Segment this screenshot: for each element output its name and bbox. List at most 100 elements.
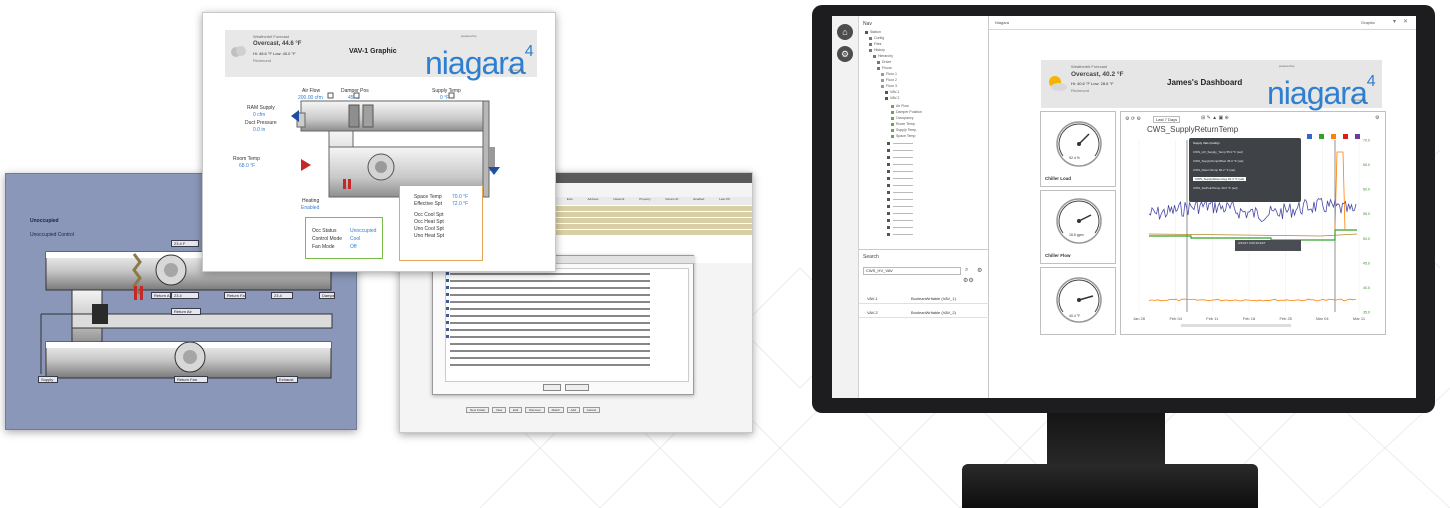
tree-item[interactable]: VAV-2 bbox=[885, 96, 899, 100]
tree-item[interactable]: Occupancy bbox=[891, 116, 914, 120]
result-row[interactable]: VAV-1 BooleanWritable (VAV_1) bbox=[859, 292, 989, 304]
chart-scrollbar bbox=[1181, 324, 1291, 327]
monitor: ⌂ ⚙ Nav Station Config Files History Hie… bbox=[812, 5, 1435, 413]
search-icon[interactable]: ⌕ bbox=[965, 267, 968, 274]
result-name: VAV-2 bbox=[867, 310, 878, 315]
schematic-tag[interactable]: 23.4 bbox=[171, 292, 199, 299]
node-icon bbox=[891, 122, 894, 126]
column-header[interactable]: Address bbox=[588, 197, 599, 201]
tree-item[interactable]: Station bbox=[865, 30, 881, 34]
view-toolbar: Niagara Graphic ▾ ✕ bbox=[989, 16, 1416, 30]
view-selector[interactable]: Graphic bbox=[1361, 20, 1375, 25]
tree-item[interactable]: Files bbox=[869, 42, 881, 46]
x-tick-label: Feb 25 bbox=[1279, 316, 1292, 321]
table-row[interactable] bbox=[540, 206, 752, 211]
tooltip-title: Supply Vals (tooltip) bbox=[1193, 141, 1220, 145]
chart-tooltip: Supply Vals (tooltip) CWS_HV_Supply_Temp… bbox=[1189, 138, 1301, 202]
schematic-tag[interactable]: Return Air bbox=[151, 292, 171, 299]
node-icon bbox=[891, 104, 894, 108]
tree-more-nodes bbox=[887, 142, 913, 236]
gauge-widget[interactable]: 40.4 °F bbox=[1040, 267, 1116, 335]
close-icon[interactable]: ✕ bbox=[1403, 18, 1408, 25]
tree-item[interactable]: Supply Temp bbox=[891, 128, 916, 132]
tree-item[interactable]: Air Flow bbox=[891, 104, 909, 108]
tree-item[interactable]: Hierarchy bbox=[873, 54, 893, 58]
chevron-down-icon[interactable]: ▾ bbox=[1393, 18, 1396, 25]
search-input[interactable]: CWS_HV_VAV bbox=[863, 267, 961, 275]
table-row[interactable] bbox=[540, 230, 752, 235]
sp-label: Uno Cool Spt bbox=[414, 226, 444, 232]
series-return bbox=[1148, 298, 1357, 302]
gauge-widget[interactable]: 92.4 % Chiller Load bbox=[1040, 111, 1116, 187]
column-header[interactable]: Network bbox=[613, 197, 624, 201]
sp-label: Uno Heat Spt bbox=[414, 233, 445, 239]
tree-item[interactable]: Floor 1 bbox=[881, 72, 897, 76]
schematic-tag[interactable]: Dampers bbox=[319, 292, 335, 299]
occ-value[interactable]: Unoccupied bbox=[350, 228, 376, 234]
return-value-1[interactable]: 0 cfm bbox=[253, 112, 265, 118]
nav-title: Nav bbox=[863, 21, 872, 27]
column-header[interactable]: Device ID bbox=[665, 197, 678, 201]
settings-icon[interactable]: ⚙ bbox=[977, 267, 982, 274]
result-row[interactable]: VAV-2 BooleanWritable (VAV_2) bbox=[859, 306, 989, 318]
tree-item[interactable]: Floor 3 bbox=[881, 84, 897, 88]
dashboard-header: Weatherbit Forecast Overcast, 40.2 °F Hi… bbox=[1041, 60, 1382, 109]
fan-value[interactable]: Off bbox=[350, 244, 357, 250]
schematic-bottom-tag[interactable]: Return Fan bbox=[174, 376, 208, 383]
tree-item[interactable]: Config bbox=[869, 36, 884, 40]
match-button[interactable]: Match bbox=[547, 407, 564, 413]
edit-button[interactable]: Edit bbox=[509, 407, 523, 413]
options-icon[interactable]: ⚙⚙ bbox=[963, 277, 974, 284]
room-temp-value[interactable]: 68.0 °F bbox=[239, 163, 255, 169]
new-button[interactable]: New bbox=[492, 407, 507, 413]
add-button[interactable]: Add bbox=[566, 407, 580, 413]
view-tab[interactable]: Niagara bbox=[995, 20, 1009, 25]
legend-swatch bbox=[1319, 134, 1324, 139]
schematic-tag[interactable]: Return Fan bbox=[224, 292, 246, 299]
heating-value[interactable]: Enabled bbox=[301, 205, 319, 211]
tree-item[interactable]: Damper Position bbox=[891, 110, 922, 114]
x-tick-label: Mar 11 bbox=[1353, 316, 1366, 321]
sp-value[interactable]: 72.0 °F bbox=[452, 201, 468, 207]
new-folder-button[interactable]: New Folder bbox=[466, 407, 490, 413]
result-value: BooleanWritable (VAV_2) bbox=[911, 310, 956, 315]
tools-icon[interactable]: ⚙ bbox=[837, 46, 853, 62]
column-header[interactable]: Property bbox=[639, 197, 650, 201]
cancel-button[interactable] bbox=[565, 384, 589, 391]
column-header[interactable]: Last OK bbox=[719, 197, 730, 201]
tree-item[interactable]: Driver bbox=[877, 60, 891, 64]
sp-value[interactable]: 70.0 °F bbox=[452, 194, 468, 200]
schematic-tag[interactable]: Return Air bbox=[171, 308, 201, 315]
tree-item[interactable]: Room Temp bbox=[891, 122, 915, 126]
node-icon bbox=[873, 54, 876, 58]
schematic-bottom-tag[interactable]: Supply bbox=[38, 376, 58, 383]
return-label-2: Duct Pressure bbox=[245, 120, 277, 126]
sp-label: Effective Spt bbox=[414, 201, 442, 207]
schematic-bottom-tag[interactable]: Exhaust bbox=[276, 376, 298, 383]
return-value-2[interactable]: 0.0 in bbox=[253, 127, 265, 133]
x-tick-label: Feb 18 bbox=[1243, 316, 1256, 321]
column-header[interactable]: Exts bbox=[567, 197, 573, 201]
table-row[interactable] bbox=[540, 218, 752, 223]
table-row[interactable] bbox=[540, 212, 752, 217]
schematic-tag[interactable]: 23.4 F bbox=[171, 240, 199, 247]
fan-label: Fan Mode bbox=[312, 244, 335, 250]
cancel-action-button[interactable]: Cancel bbox=[582, 407, 601, 413]
mode-value[interactable]: Cool bbox=[350, 236, 360, 242]
sun-cloud-icon bbox=[1049, 76, 1067, 91]
node-icon bbox=[869, 36, 872, 40]
tree-item[interactable]: VAV-1 bbox=[885, 90, 899, 94]
tree-item[interactable]: History bbox=[869, 48, 885, 52]
tree-item[interactable]: Space Temp bbox=[891, 134, 915, 138]
column-header[interactable]: Enabled bbox=[693, 197, 704, 201]
schematic-tag[interactable]: 23.4 bbox=[271, 292, 293, 299]
gauge-widget[interactable]: 18.5 gpm Chiller Flow bbox=[1040, 190, 1116, 264]
discover-button[interactable]: Discover bbox=[525, 407, 545, 413]
home-icon[interactable]: ⌂ bbox=[837, 24, 853, 40]
ok-button[interactable] bbox=[543, 384, 561, 391]
tree-item[interactable]: Floors bbox=[877, 66, 892, 70]
table-row[interactable] bbox=[540, 224, 752, 229]
vav-graphic-screenshot: Weatherbit Forecast Overcast, 44.6 °F Hi… bbox=[202, 12, 556, 272]
tree-item[interactable]: Floor 2 bbox=[881, 78, 897, 82]
legend-swatch bbox=[1355, 134, 1360, 139]
